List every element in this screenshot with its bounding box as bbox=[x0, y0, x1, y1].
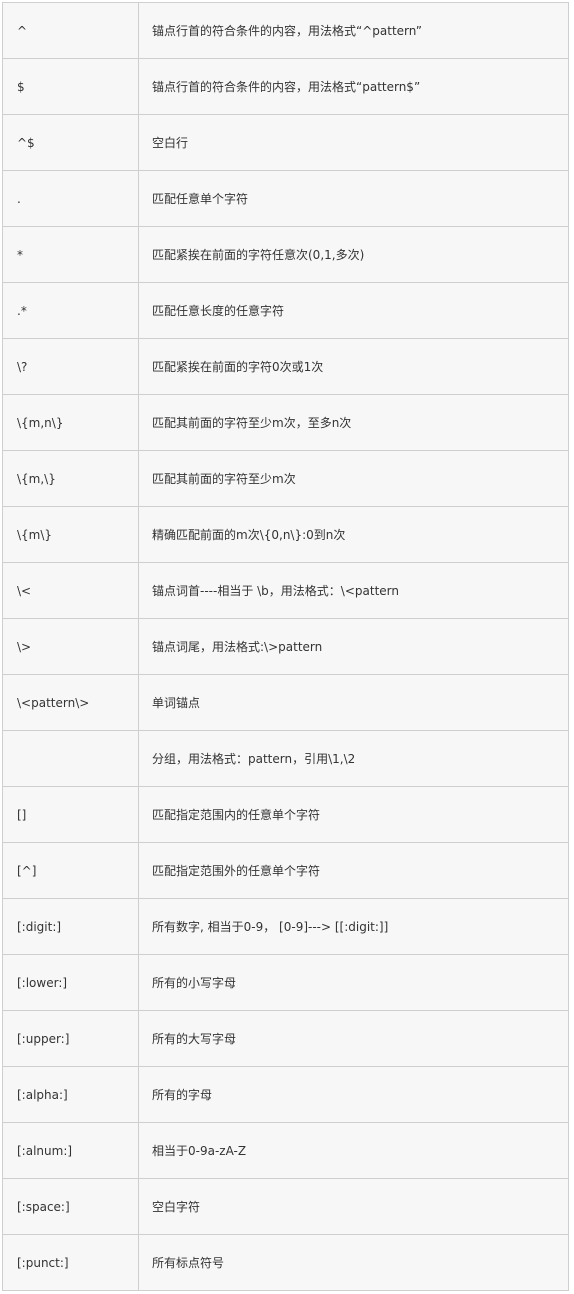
pattern-cell: [:upper:] bbox=[2, 1010, 139, 1067]
table-row: [] 匹配指定范围内的任意单个字符 bbox=[2, 786, 569, 843]
description-cell: 空白字符 bbox=[138, 1178, 569, 1235]
table-row: \{m,\} 匹配其前面的字符至少m次 bbox=[2, 450, 569, 507]
pattern-cell: \< bbox=[2, 562, 139, 619]
table-row: $ 锚点行首的符合条件的内容，用法格式“pattern$” bbox=[2, 58, 569, 115]
description-cell: 所有数字, 相当于0-9， [0-9]---> [[:digit:]] bbox=[138, 898, 569, 955]
table-row: \> 锚点词尾，用法格式:\>pattern bbox=[2, 618, 569, 675]
pattern-cell: \<pattern\> bbox=[2, 674, 139, 731]
pattern-cell: \{m\} bbox=[2, 506, 139, 563]
description-cell: 所有的小写字母 bbox=[138, 954, 569, 1011]
table-row: * 匹配紧挨在前面的字符任意次(0,1,多次) bbox=[2, 226, 569, 283]
pattern-cell bbox=[2, 730, 139, 787]
description-cell: 匹配指定范围外的任意单个字符 bbox=[138, 842, 569, 899]
description-cell: 空白行 bbox=[138, 114, 569, 171]
table-row: [:punct:] 所有标点符号 bbox=[2, 1234, 569, 1291]
table-row: \< 锚点词首----相当于 \b，用法格式：\<pattern bbox=[2, 562, 569, 619]
pattern-cell: ^ bbox=[2, 2, 139, 59]
description-cell: 匹配其前面的字符至少m次，至多n次 bbox=[138, 394, 569, 451]
pattern-cell: \? bbox=[2, 338, 139, 395]
description-cell: 匹配任意单个字符 bbox=[138, 170, 569, 227]
description-cell: 匹配任意长度的任意字符 bbox=[138, 282, 569, 339]
pattern-cell: [:space:] bbox=[2, 1178, 139, 1235]
regex-reference-table: ^ 锚点行首的符合条件的内容，用法格式“^pattern” $ 锚点行首的符合条件的内… bbox=[2, 2, 569, 1291]
table-row: \<pattern\> 单词锚点 bbox=[2, 674, 569, 731]
description-cell: 锚点词尾，用法格式:\>pattern bbox=[138, 618, 569, 675]
table-row: [:upper:] 所有的大写字母 bbox=[2, 1010, 569, 1067]
description-cell: 锚点行首的符合条件的内容，用法格式“^pattern” bbox=[138, 2, 569, 59]
pattern-cell: [:alnum:] bbox=[2, 1122, 139, 1179]
table-row: 分组，用法格式：pattern，引用\1,\2 bbox=[2, 730, 569, 787]
table-row: [:space:] 空白字符 bbox=[2, 1178, 569, 1235]
description-cell: 匹配其前面的字符至少m次 bbox=[138, 450, 569, 507]
table-row: [:alnum:] 相当于0-9a-zA-Z bbox=[2, 1122, 569, 1179]
table-row: .* 匹配任意长度的任意字符 bbox=[2, 282, 569, 339]
pattern-cell: [:lower:] bbox=[2, 954, 139, 1011]
pattern-cell: [:alpha:] bbox=[2, 1066, 139, 1123]
pattern-cell: . bbox=[2, 170, 139, 227]
table-row: . 匹配任意单个字符 bbox=[2, 170, 569, 227]
table-row: \? 匹配紧挨在前面的字符0次或1次 bbox=[2, 338, 569, 395]
description-cell: 锚点词首----相当于 \b，用法格式：\<pattern bbox=[138, 562, 569, 619]
pattern-cell: [:punct:] bbox=[2, 1234, 139, 1291]
description-cell: 单词锚点 bbox=[138, 674, 569, 731]
description-cell: 匹配紧挨在前面的字符0次或1次 bbox=[138, 338, 569, 395]
pattern-cell: * bbox=[2, 226, 139, 283]
description-cell: 所有的字母 bbox=[138, 1066, 569, 1123]
pattern-cell: \{m,\} bbox=[2, 450, 139, 507]
table-row: [:lower:] 所有的小写字母 bbox=[2, 954, 569, 1011]
pattern-cell: [^] bbox=[2, 842, 139, 899]
table-row: \{m,n\} 匹配其前面的字符至少m次，至多n次 bbox=[2, 394, 569, 451]
description-cell: 所有标点符号 bbox=[138, 1234, 569, 1291]
description-cell: 相当于0-9a-zA-Z bbox=[138, 1122, 569, 1179]
table-row: [:digit:] 所有数字, 相当于0-9， [0-9]---> [[:digi… bbox=[2, 898, 569, 955]
pattern-cell: ^$ bbox=[2, 114, 139, 171]
pattern-cell: $ bbox=[2, 58, 139, 115]
pattern-cell: [] bbox=[2, 786, 139, 843]
table-row: [:alpha:] 所有的字母 bbox=[2, 1066, 569, 1123]
pattern-cell: .* bbox=[2, 282, 139, 339]
pattern-cell: \{m,n\} bbox=[2, 394, 139, 451]
pattern-cell: \> bbox=[2, 618, 139, 675]
description-cell: 分组，用法格式：pattern，引用\1,\2 bbox=[138, 730, 569, 787]
description-cell: 所有的大写字母 bbox=[138, 1010, 569, 1067]
description-cell: 精确匹配前面的m次\{0,n\}:0到n次 bbox=[138, 506, 569, 563]
table-row: [^] 匹配指定范围外的任意单个字符 bbox=[2, 842, 569, 899]
regex-table-body: ^ 锚点行首的符合条件的内容，用法格式“^pattern” $ 锚点行首的符合条件的内… bbox=[2, 2, 569, 1291]
table-row: ^$ 空白行 bbox=[2, 114, 569, 171]
description-cell: 匹配紧挨在前面的字符任意次(0,1,多次) bbox=[138, 226, 569, 283]
pattern-cell: [:digit:] bbox=[2, 898, 139, 955]
table-row: \{m\} 精确匹配前面的m次\{0,n\}:0到n次 bbox=[2, 506, 569, 563]
description-cell: 匹配指定范围内的任意单个字符 bbox=[138, 786, 569, 843]
description-cell: 锚点行首的符合条件的内容，用法格式“pattern$” bbox=[138, 58, 569, 115]
table-row: ^ 锚点行首的符合条件的内容，用法格式“^pattern” bbox=[2, 2, 569, 59]
